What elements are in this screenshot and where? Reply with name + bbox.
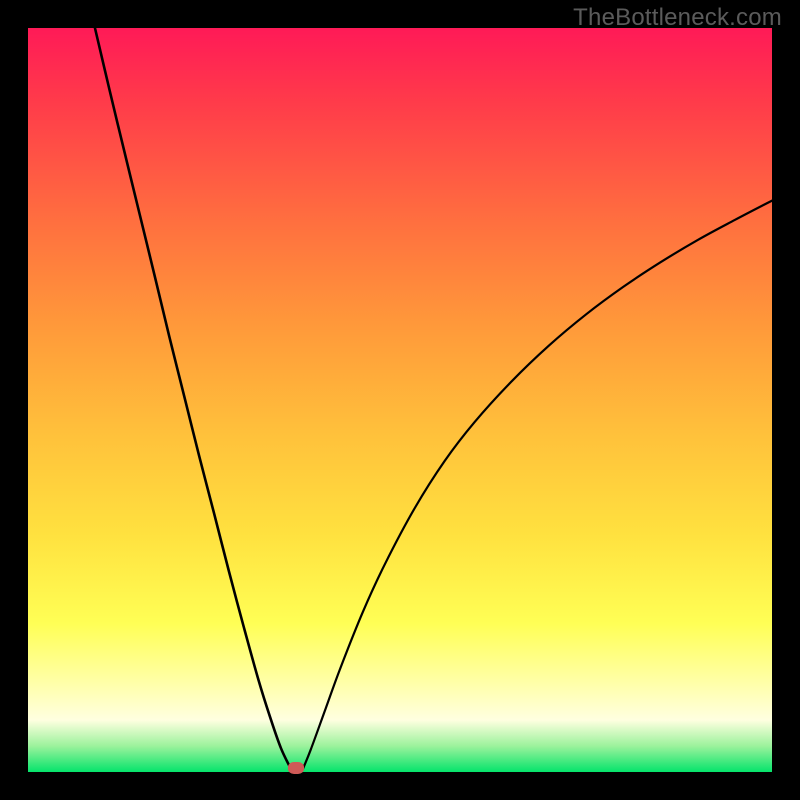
plot-area [28,28,772,772]
optimum-marker [288,762,304,774]
watermark-text: TheBottleneck.com [573,4,782,32]
curve-left-branch [95,28,291,770]
curve-right-branch [303,201,772,770]
chart-frame: TheBottleneck.com [0,0,800,800]
curve-layer [28,28,772,772]
